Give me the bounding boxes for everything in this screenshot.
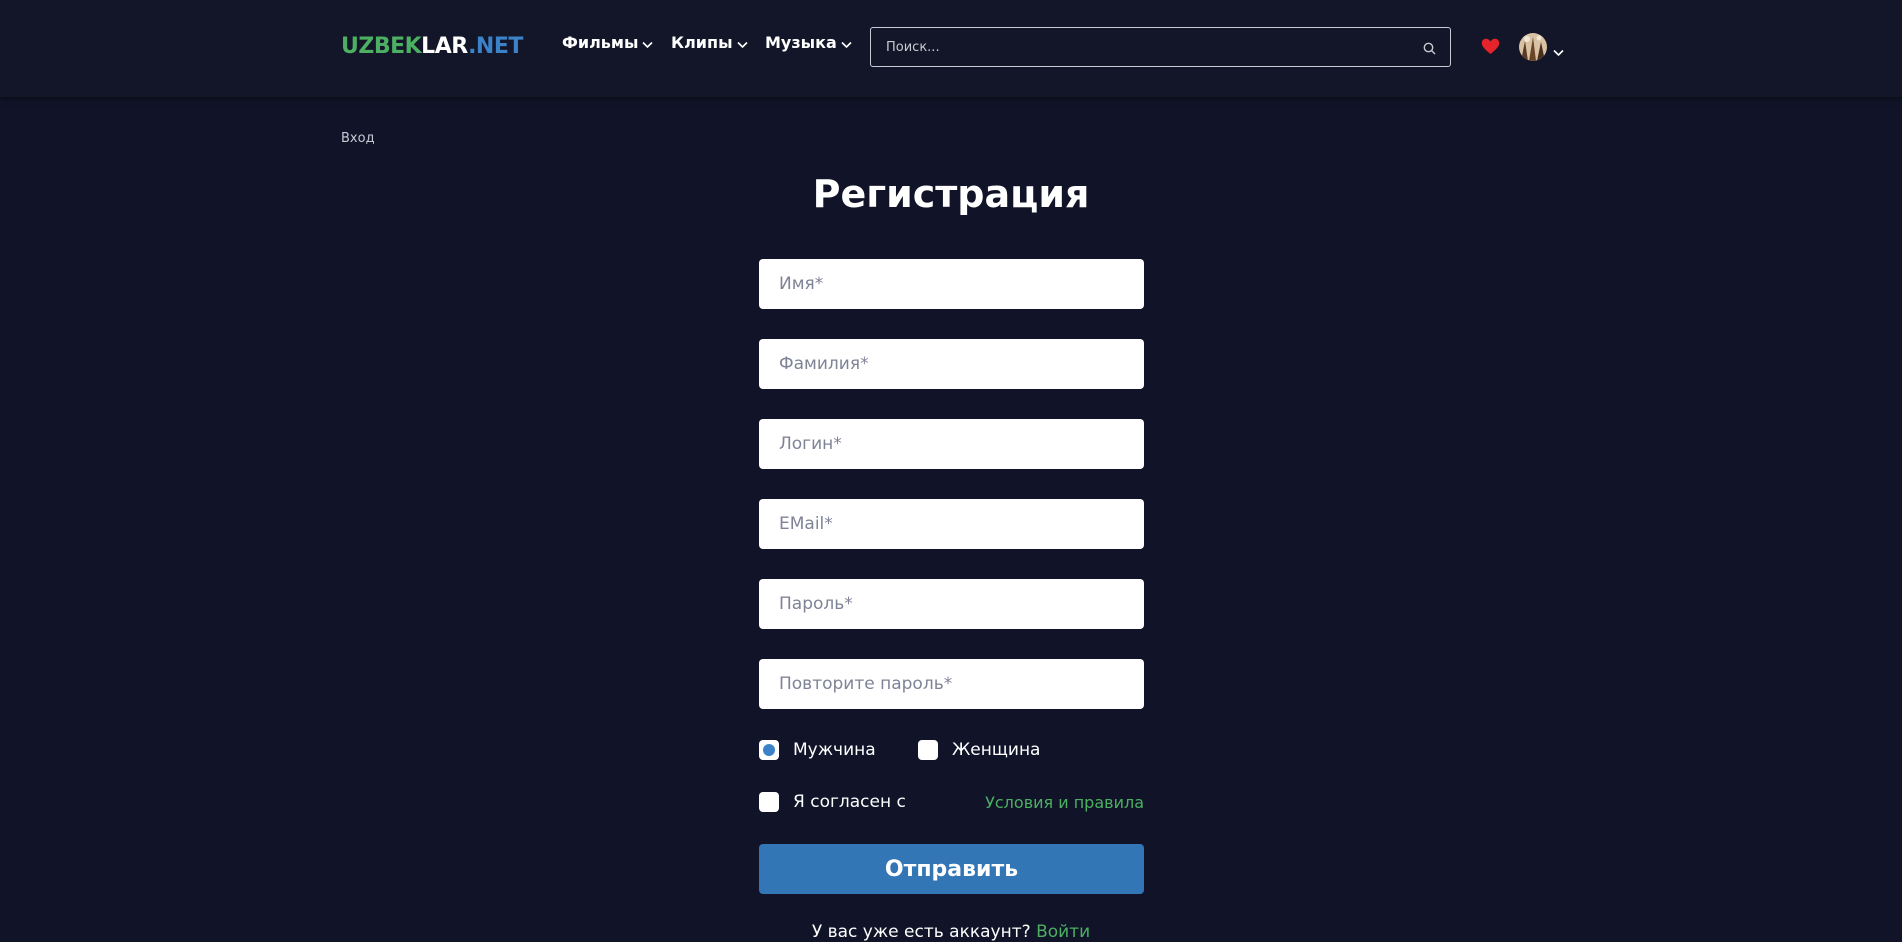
agree-checkbox[interactable] (759, 792, 779, 812)
login-prompt-text: У вас уже есть аккаунт? (811, 922, 1031, 942)
search-input[interactable] (871, 28, 1411, 66)
chevron-down-icon (642, 34, 654, 53)
site-logo[interactable]: UZBEKLAR.NET (341, 34, 523, 59)
login-field[interactable] (759, 419, 1144, 469)
chevron-down-icon[interactable] (1553, 42, 1564, 61)
nav-item-music[interactable]: Музыка (765, 33, 852, 53)
first-name-field[interactable] (759, 259, 1144, 309)
gender-male-label: Мужчина (793, 740, 876, 760)
nav-item-films[interactable]: Фильмы (562, 33, 654, 53)
gender-female-radio[interactable] (918, 740, 938, 760)
password-field[interactable] (759, 579, 1144, 629)
radio-selected-dot (763, 744, 775, 756)
email-field[interactable] (759, 499, 1144, 549)
password-repeat-field[interactable] (759, 659, 1144, 709)
breadcrumb[interactable]: Вход (341, 131, 375, 146)
page-title: Регистрация (812, 172, 1090, 216)
logo-part-lar: LAR (421, 34, 469, 59)
avatar[interactable] (1519, 33, 1547, 61)
heart-icon[interactable] (1481, 38, 1500, 59)
terms-link[interactable]: Условия и правила (985, 793, 1144, 812)
nav-item-label: Фильмы (562, 33, 639, 52)
chevron-down-icon (841, 34, 852, 53)
gender-female-label: Женщина (952, 740, 1041, 760)
search-icon[interactable] (1423, 40, 1436, 59)
last-name-field[interactable] (759, 339, 1144, 389)
nav-item-label: Музыка (765, 33, 837, 52)
site-header: UZBEKLAR.NET Фильмы Клипы Музыка (0, 0, 1902, 97)
login-prompt: У вас уже есть аккаунт? Войти (0, 922, 1902, 942)
chevron-down-icon (736, 34, 748, 53)
search-box (870, 27, 1451, 67)
logo-part-net: .NET (468, 34, 523, 59)
logo-part-uzbek: UZBEK (341, 34, 422, 59)
gender-male-radio[interactable] (759, 740, 779, 760)
nav-item-clips[interactable]: Клипы (671, 33, 748, 53)
nav-item-label: Клипы (671, 33, 733, 52)
login-link[interactable]: Войти (1036, 922, 1090, 942)
submit-button[interactable]: Отправить (759, 844, 1144, 894)
agree-label: Я согласен с (793, 792, 906, 812)
